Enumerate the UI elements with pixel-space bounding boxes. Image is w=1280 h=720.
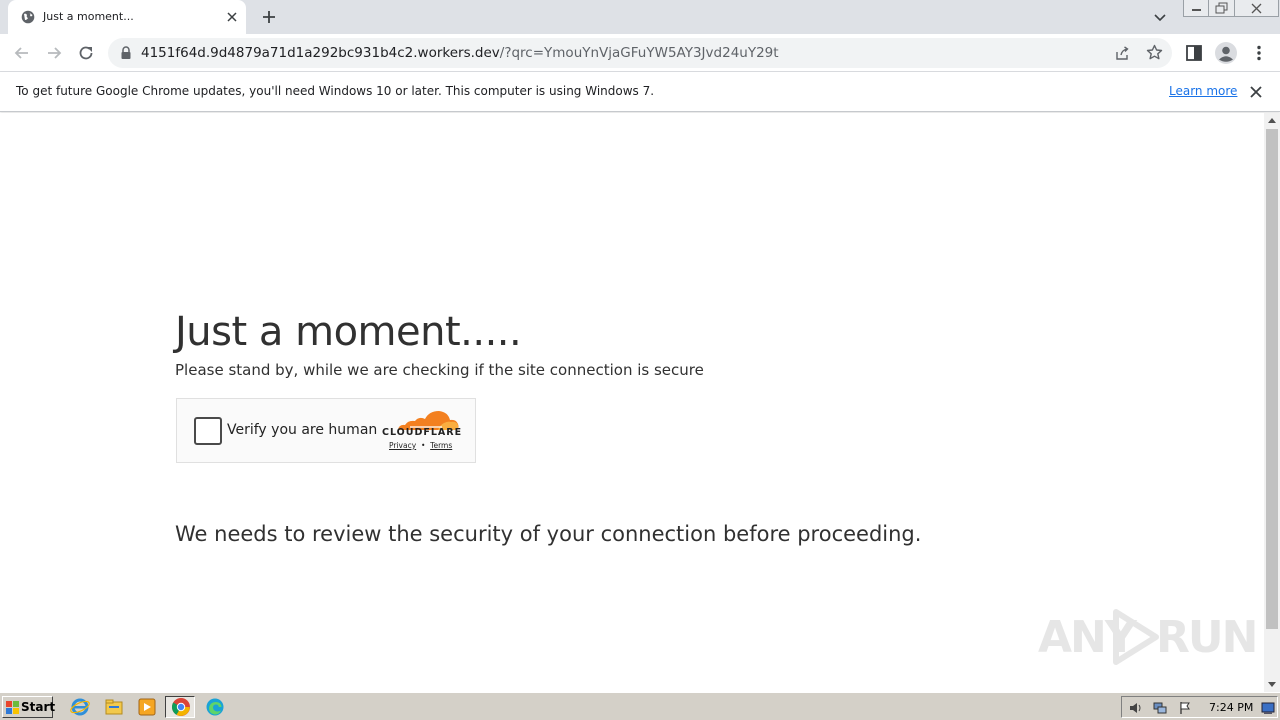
system-tray: 7:24 PM: [1121, 696, 1278, 718]
volume-icon[interactable]: [1129, 701, 1143, 715]
back-arrow-icon[interactable]: [12, 43, 32, 63]
close-window-button[interactable]: [1235, 0, 1279, 17]
media-player-icon[interactable]: [137, 697, 157, 717]
anyrun-watermark: ANY RUN: [1038, 604, 1258, 668]
new-tab-icon[interactable]: [260, 8, 278, 26]
tab-title: Just a moment...: [43, 10, 134, 23]
globe-icon: [21, 10, 35, 24]
cloudflare-wordmark: CLOUDFLARE: [382, 427, 463, 438]
bookmark-star-icon[interactable]: [1146, 44, 1163, 61]
taskbar-clock[interactable]: 7:24 PM: [1209, 701, 1253, 714]
privacy-link[interactable]: Privacy: [389, 441, 416, 450]
close-icon: [1251, 3, 1262, 14]
scrollbar-thumb[interactable]: [1266, 129, 1278, 629]
page-subtitle: Please stand by, while we are checking i…: [175, 361, 704, 379]
learn-more-link[interactable]: Learn more: [1169, 84, 1237, 98]
lock-icon[interactable]: [120, 46, 132, 60]
restore-icon: [1215, 2, 1228, 14]
forward-arrow-icon[interactable]: [44, 43, 64, 63]
chevron-down-icon[interactable]: [1152, 9, 1168, 25]
windows-flag-icon: [6, 701, 19, 714]
profile-avatar-icon[interactable]: [1214, 41, 1238, 65]
address-bar[interactable]: 4151f64d.9d4879a71d1a292bc931b4c2.worker…: [108, 38, 1172, 68]
browser-toolbar: 4151f64d.9d4879a71d1a292bc931b4c2.worker…: [0, 34, 1280, 72]
chrome-icon: [171, 698, 190, 716]
verify-human-label[interactable]: Verify you are human: [227, 422, 377, 438]
url-text[interactable]: 4151f64d.9d4879a71d1a292bc931b4c2.worker…: [141, 45, 779, 61]
share-icon[interactable]: [1114, 45, 1130, 61]
terms-link[interactable]: Terms: [430, 441, 452, 450]
network-icon[interactable]: [1153, 701, 1167, 715]
play-triangle-icon: [1113, 609, 1159, 665]
browser-tab-strip: Just a moment...: [0, 0, 1280, 34]
link-separator: •: [420, 441, 426, 450]
page-title: Just a moment.....: [175, 309, 522, 355]
url-host: 4151f64d.9d4879a71d1a292bc931b4c2.worker…: [141, 45, 500, 61]
minimize-button[interactable]: [1183, 0, 1209, 17]
scroll-down-arrow-icon[interactable]: [1268, 682, 1276, 687]
file-explorer-icon[interactable]: [104, 697, 124, 717]
scroll-up-arrow-icon[interactable]: [1268, 118, 1276, 123]
start-button[interactable]: Start: [2, 696, 56, 718]
cloudflare-links: Privacy • Terms: [389, 441, 452, 450]
show-desktop-icon[interactable]: [1261, 701, 1275, 715]
watermark-run: RUN: [1156, 612, 1258, 663]
close-tab-icon[interactable]: [224, 9, 240, 25]
update-infobar: To get future Google Chrome updates, you…: [0, 72, 1280, 112]
cloudflare-challenge-widget: Verify you are human CLOUDFLARE Privacy …: [176, 398, 476, 463]
edge-icon[interactable]: [205, 697, 225, 717]
url-path: /?qrc=YmouYnVjaGFuYW5AY3Jvd24uY29t: [499, 45, 779, 61]
close-infobar-icon[interactable]: [1249, 85, 1263, 99]
vertical-scrollbar[interactable]: [1264, 113, 1280, 692]
reload-icon[interactable]: [76, 43, 96, 63]
infobar-message: To get future Google Chrome updates, you…: [16, 84, 655, 98]
side-panel-icon[interactable]: [1184, 43, 1204, 63]
review-message: We needs to review the security of your …: [175, 522, 922, 546]
restore-button[interactable]: [1209, 0, 1235, 17]
more-menu-icon[interactable]: [1249, 43, 1269, 63]
window-controls: [1183, 0, 1279, 17]
internet-explorer-icon[interactable]: [70, 697, 90, 717]
start-label: Start: [21, 700, 56, 714]
browser-tab[interactable]: Just a moment...: [8, 0, 246, 34]
windows-taskbar: Start 7:24 PM: [0, 692, 1280, 720]
chrome-taskbar-button[interactable]: [165, 696, 195, 718]
minimize-icon: [1192, 9, 1201, 11]
action-center-flag-icon[interactable]: [1178, 701, 1192, 715]
verify-human-checkbox[interactable]: [194, 417, 222, 445]
